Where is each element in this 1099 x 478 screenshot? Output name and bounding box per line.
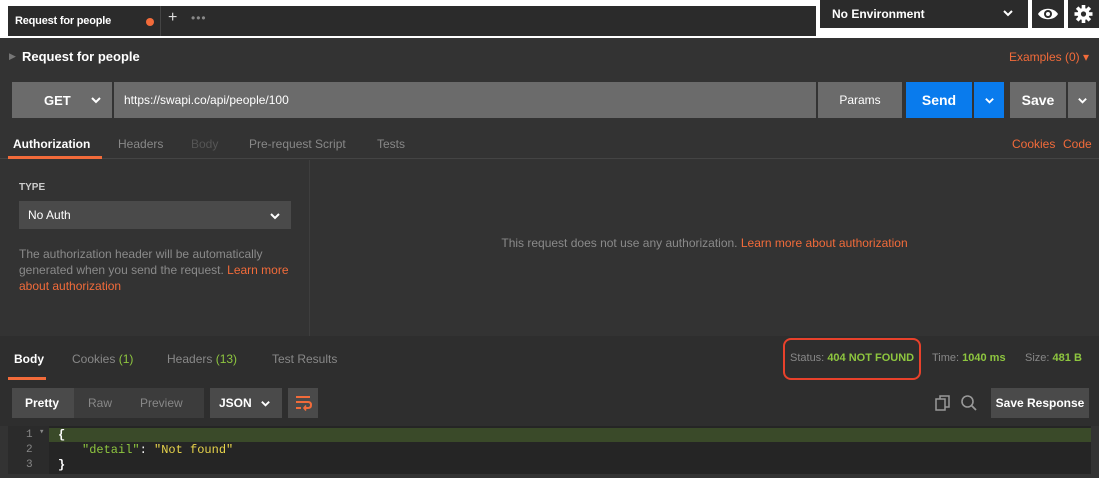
auth-message: This request does not use any authorizat… [310,236,1099,250]
settings-button[interactable] [1068,0,1099,28]
method-select[interactable]: GET [12,82,112,118]
request-tab-label: Request for people [15,15,112,27]
time-readout: Time: 1040 ms [932,352,1006,364]
tab-response-headers[interactable]: Headers (13) [167,352,237,366]
tab-divider [160,6,161,36]
code-link[interactable]: Code [1063,137,1092,151]
format-select[interactable]: JSON [210,388,282,418]
chevron-down-icon [984,95,995,106]
more-tabs-icon[interactable]: ••• [191,9,207,27]
line-number: 2 [26,444,33,456]
new-tab-button[interactable]: + [168,8,177,28]
size-value: 481 B [1052,352,1082,364]
chevron-down-icon [1077,95,1088,106]
headers-count: (13) [215,352,238,366]
save-options-button[interactable] [1068,82,1096,118]
request-tab[interactable]: Request for people [8,6,160,36]
auth-type-value: No Auth [28,208,71,222]
unsaved-dot-icon [146,18,154,26]
json-value: "Not found" [154,443,234,457]
tab-response-cookies[interactable]: Cookies (1) [72,352,133,366]
send-options-button[interactable] [974,82,1004,118]
tab-tests[interactable]: Tests [377,137,405,151]
wrap-lines-button[interactable] [288,388,318,418]
line-number: 1 [26,429,33,441]
environment-select[interactable]: No Environment [820,0,1028,28]
view-mode-group: Pretty Raw Preview [12,388,204,418]
size-label: Size: [1025,352,1050,364]
response-tabs: Body Cookies (1) Headers (13) Test Resul… [0,336,1099,380]
tab-headers[interactable]: Headers [118,137,163,151]
chevron-down-icon [269,210,281,222]
chevron-down-icon [90,94,102,106]
response-toolbar: Pretty Raw Preview JSON Save Response [0,380,1099,426]
status-label: Status: [790,352,825,364]
code-open-brace: { [58,428,66,442]
auth-help-body: The authorization header will be automat… [19,247,263,277]
tab-body[interactable]: Body [191,137,218,151]
size-readout: Size: 481 B [1025,352,1082,364]
chevron-down-icon [1002,7,1014,19]
format-label: JSON [219,396,252,410]
gear-icon [1074,5,1093,23]
cookies-count: (1) [118,352,134,366]
view-preview[interactable]: Preview [140,396,183,410]
url-bar: GET Params Send Save [0,76,1099,126]
view-pretty[interactable]: Pretty [12,388,74,418]
save-response-button[interactable]: Save Response [991,388,1089,418]
environment-label: No Environment [832,7,925,21]
auth-help-text: The authorization header will be automat… [19,246,294,294]
tab-headers-label: Headers [167,352,213,366]
environment-quick-look-button[interactable] [1032,0,1064,28]
search-icon[interactable] [960,394,978,412]
tab-test-results[interactable]: Test Results [272,352,337,366]
status-value: 404 NOT FOUND [827,352,915,364]
method-label: GET [44,92,71,108]
chevron-down-icon [260,398,271,409]
tab-strip: Request for people + ••• No Environment [0,0,1099,38]
type-label: TYPE [19,182,46,193]
active-line-highlight [49,428,1091,442]
wrap-lines-icon [296,396,313,411]
auth-type-column: TYPE No Auth The authorization header wi… [0,160,310,336]
json-colon: : [139,443,155,457]
postman-window: Request for people + ••• No Environment [0,0,1099,478]
time-label: Time: [932,352,960,364]
tab-cookies-label: Cookies [72,352,116,366]
auth-type-select[interactable]: No Auth [19,201,291,229]
line-number: 3 [26,459,33,471]
collapse-caret-icon[interactable]: ▶ [9,51,16,62]
auth-message-link[interactable]: Learn more about authorization [741,236,908,250]
authorization-panel: TYPE No Auth The authorization header wi… [0,160,1099,336]
code-line-detail: "detail": "Not found" [82,443,233,457]
tab-response-body[interactable]: Body [14,352,44,366]
examples-dropdown[interactable]: Examples (0) ▾ [1009,50,1089,64]
tab-pre-request-script[interactable]: Pre-request Script [249,137,346,151]
request-tabs: Authorization Headers Body Pre-request S… [0,126,1099,159]
copy-icon[interactable] [935,395,951,411]
time-value: 1040 ms [962,352,1006,364]
status-readout: Status: 404 NOT FOUND [790,352,914,364]
active-tab-indicator [8,156,102,159]
response-body-editor[interactable]: 1 ▾ 2 3 { "detail": "Not found" } [8,426,1091,474]
auth-message-body: This request does not use any authorizat… [501,236,741,250]
json-key: "detail" [82,443,140,457]
eye-icon [1038,8,1058,20]
request-name[interactable]: Request for people [22,49,140,64]
url-input[interactable] [114,82,816,118]
request-name-row: ▶ Request for people Examples (0) ▾ [0,38,1099,76]
send-button[interactable]: Send [906,82,972,118]
tab-authorization[interactable]: Authorization [13,137,90,151]
fold-arrow-icon[interactable]: ▾ [39,427,44,437]
save-button[interactable]: Save [1010,82,1066,118]
code-close-brace: } [58,458,66,472]
cookies-link[interactable]: Cookies [1012,137,1055,151]
params-button[interactable]: Params [818,82,902,118]
view-raw[interactable]: Raw [88,396,112,410]
